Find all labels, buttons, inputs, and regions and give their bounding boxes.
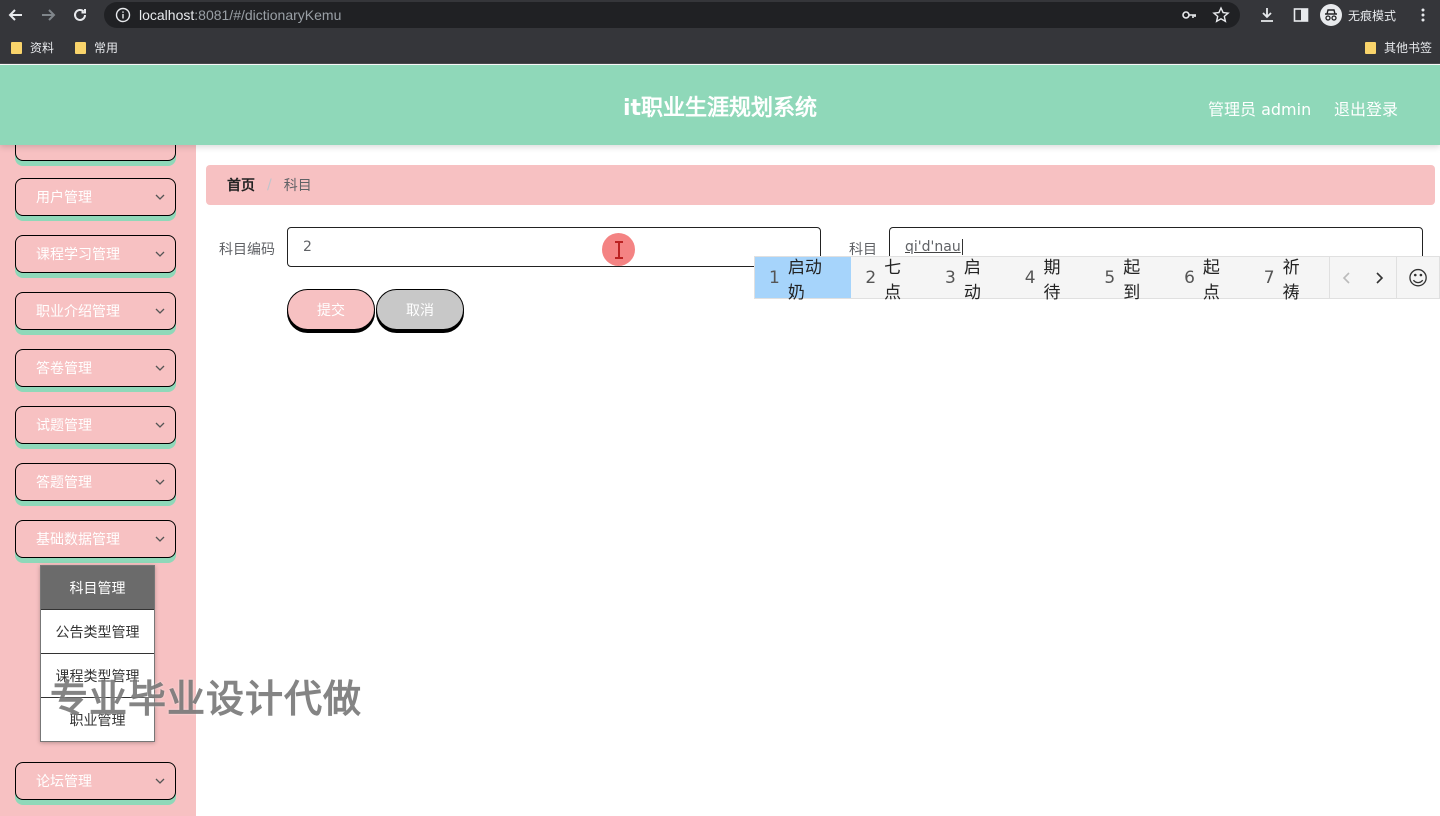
logout-link[interactable]: 退出登录 <box>1334 96 1398 120</box>
url-text: localhost:8081/#/dictionaryKemu <box>139 7 342 23</box>
ime-candidate[interactable]: 5 起到 <box>1090 257 1170 303</box>
breadcrumb-separator: / <box>267 177 272 193</box>
bookmark-folder[interactable]: 常用 <box>75 39 118 56</box>
ime-prev-icon[interactable] <box>1329 257 1362 298</box>
bookmark-folder[interactable]: 资料 <box>11 39 54 56</box>
chevron-down-icon <box>155 422 165 428</box>
chevron-down-icon <box>155 778 165 784</box>
menu-dots-icon[interactable] <box>1406 0 1440 30</box>
chevron-down-icon <box>155 365 165 371</box>
ime-emoji-icon[interactable]: ☺ <box>1395 257 1439 298</box>
sidebar-item-questions[interactable]: 试题管理 <box>15 406 176 444</box>
download-icon[interactable] <box>1250 0 1284 30</box>
other-bookmarks[interactable]: 其他书签 <box>1365 39 1432 56</box>
admin-label: 管理员 admin <box>1208 100 1312 119</box>
sidebar-item-label: 答卷管理 <box>36 361 92 377</box>
key-icon[interactable] <box>1180 6 1198 24</box>
folder-icon <box>1365 41 1376 54</box>
bookmarks-bar: 资料 常用 其他书签 <box>0 30 1440 64</box>
breadcrumb-current: 科目 <box>283 178 312 194</box>
sidebar-item-label: 答题管理 <box>36 475 92 491</box>
incognito-label: 无痕模式 <box>1347 8 1396 23</box>
chevron-down-icon <box>155 308 165 314</box>
breadcrumb: 首页 / 科目 <box>206 165 1435 205</box>
forward-icon[interactable] <box>32 0 64 30</box>
address-bar[interactable]: localhost:8081/#/dictionaryKemu <box>104 2 1240 28</box>
chevron-down-icon <box>155 251 165 257</box>
subject-code-input[interactable]: 2 <box>287 227 821 267</box>
submit-button[interactable]: 提交 <box>287 289 375 330</box>
sidebar-item-forum[interactable]: 论坛管理 <box>15 762 176 800</box>
sidebar-item-answers[interactable]: 答题管理 <box>15 463 176 501</box>
folder-icon <box>11 41 22 54</box>
ime-candidate[interactable]: 1 启动奶 <box>755 257 852 303</box>
cancel-button[interactable]: 取消 <box>376 289 464 330</box>
subject-code-value: 2 <box>303 239 312 255</box>
sidebar-item-label: 职业介绍管理 <box>36 304 120 320</box>
ime-candidate[interactable]: 2 七点 <box>851 257 931 303</box>
sidebar-item-career[interactable]: 职业介绍管理 <box>15 292 176 330</box>
text-cursor-icon <box>602 233 635 266</box>
text-caret <box>961 239 963 255</box>
sidebar-item-course-study[interactable]: 课程学习管理 <box>15 235 176 273</box>
sidebar-item-answer-sheets[interactable]: 答卷管理 <box>15 349 176 387</box>
submenu-notice-type[interactable]: 公告类型管理 <box>41 610 154 654</box>
app-header: it职业生涯规划系统 管理员 admin 退出登录 <box>0 65 1440 145</box>
ime-candidate[interactable]: 3 启动 <box>931 257 1011 303</box>
back-icon[interactable] <box>0 0 32 30</box>
sidebar-item-base-data[interactable]: 基础数据管理 <box>15 520 176 558</box>
reload-icon[interactable] <box>64 0 96 30</box>
incognito-icon <box>1319 4 1342 26</box>
chevron-down-icon <box>155 194 165 200</box>
chevron-down-icon <box>155 479 165 485</box>
sidebar-item-label: 用户管理 <box>36 190 92 206</box>
folder-icon <box>75 41 86 54</box>
ime-candidate[interactable]: 6 起点 <box>1170 257 1250 303</box>
sidepanel-icon[interactable] <box>1284 0 1318 30</box>
ime-candidate-bar: 1 启动奶 2 七点 3 启动 4 期待 5 起到 6 起点 7 祈祷 ☺ <box>754 256 1440 303</box>
sidebar-item-label: 课程学习管理 <box>36 247 120 263</box>
breadcrumb-home[interactable]: 首页 <box>227 175 255 195</box>
info-icon[interactable] <box>115 7 131 23</box>
sidebar-item-label: 基础数据管理 <box>36 532 120 548</box>
incognito-indicator[interactable]: 无痕模式 <box>1318 4 1406 26</box>
submenu-subject[interactable]: 科目管理 <box>41 566 154 610</box>
code-label: 科目编码 <box>219 242 275 258</box>
sidebar-item-label: 论坛管理 <box>36 774 92 790</box>
ime-candidate[interactable]: 4 期待 <box>1011 257 1091 303</box>
watermark: 专业毕业设计代做 <box>50 677 363 721</box>
ime-candidate[interactable]: 7 祈祷 <box>1250 257 1330 303</box>
chevron-down-icon <box>155 536 165 542</box>
sidebar-item-top[interactable] <box>15 145 176 161</box>
sidebar-item-label: 试题管理 <box>36 418 92 434</box>
ime-next-icon[interactable] <box>1363 257 1396 298</box>
star-icon[interactable] <box>1212 6 1230 24</box>
sidebar-item-users[interactable]: 用户管理 <box>15 178 176 216</box>
